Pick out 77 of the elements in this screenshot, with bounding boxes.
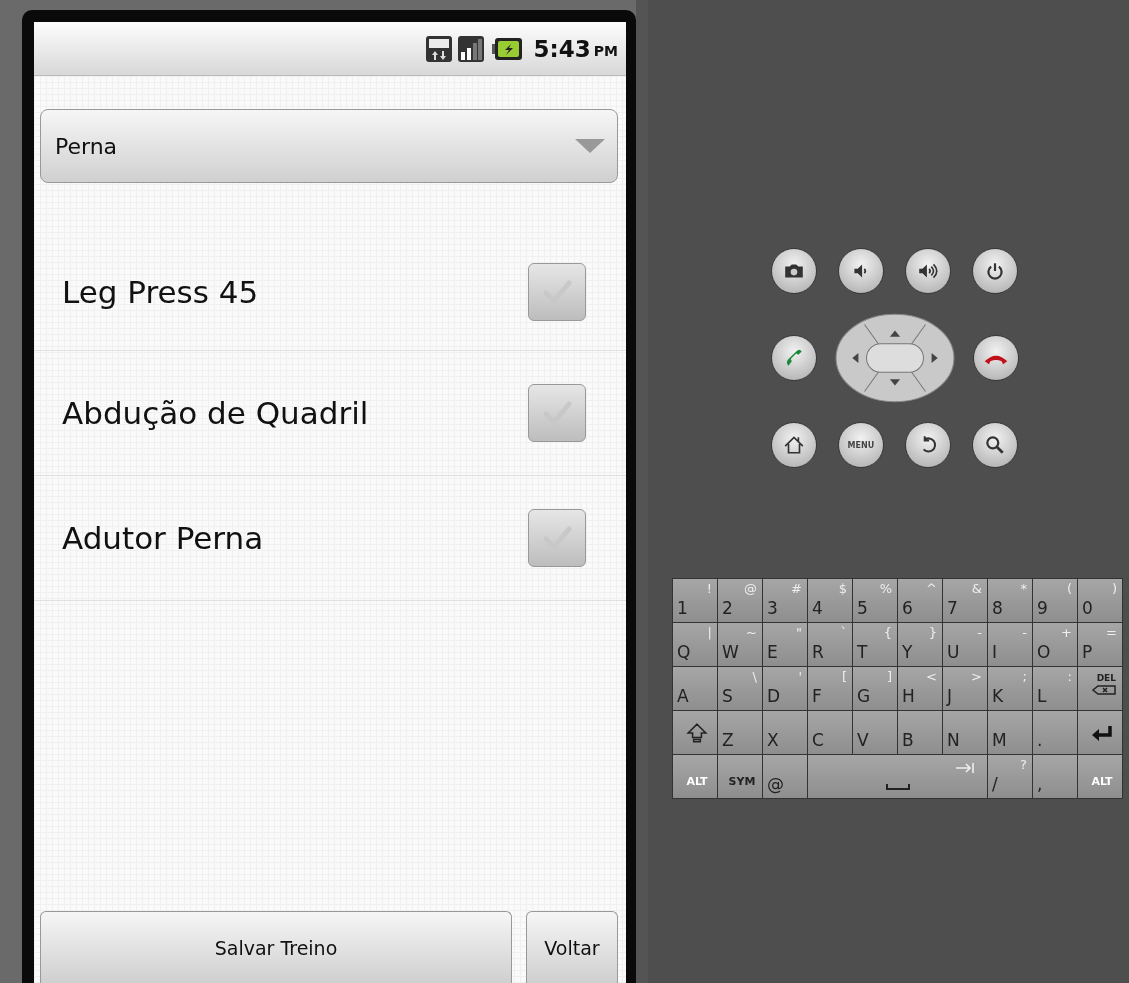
key[interactable]: / ? xyxy=(988,755,1032,798)
caret-icon xyxy=(575,139,605,153)
exercise-checkbox[interactable] xyxy=(528,262,586,321)
key[interactable]: I - xyxy=(988,623,1032,666)
home-button[interactable] xyxy=(770,422,817,468)
key[interactable]: . xyxy=(1033,711,1077,754)
volume-down-button[interactable] xyxy=(837,248,884,294)
key[interactable]: 8 * xyxy=(988,579,1032,622)
exercise-checkbox[interactable] xyxy=(528,384,586,442)
key[interactable]: V xyxy=(853,711,897,754)
exercise-name: Abdução de Quadril xyxy=(62,395,370,431)
key[interactable]: Z xyxy=(718,711,762,754)
tab-icon xyxy=(955,763,975,773)
space-icon xyxy=(885,784,910,790)
key[interactable]: @ xyxy=(763,755,807,798)
enter-key[interactable] xyxy=(1078,711,1122,754)
shift-icon xyxy=(685,722,709,744)
exercise-checkbox[interactable] xyxy=(528,509,586,567)
key[interactable]: N xyxy=(943,711,987,754)
key[interactable]: K ; xyxy=(988,667,1032,710)
exercise-name: Leg Press 45 xyxy=(62,273,260,310)
backspace-icon xyxy=(1092,685,1116,695)
key[interactable]: R ` xyxy=(808,623,852,666)
key[interactable]: P = xyxy=(1078,623,1122,666)
key[interactable]: F [ xyxy=(808,667,852,710)
key[interactable]: C xyxy=(808,711,852,754)
key[interactable]: 4 $ xyxy=(808,579,852,622)
key[interactable]: 5 % xyxy=(853,579,897,622)
volume-up-button[interactable] xyxy=(905,248,952,294)
dpad-control[interactable] xyxy=(833,312,956,404)
key[interactable]: W ~ xyxy=(718,623,762,666)
save-button[interactable]: Salvar Treino xyxy=(40,911,512,983)
back-key-button[interactable] xyxy=(905,422,952,468)
key[interactable]: Q | xyxy=(673,623,717,666)
key[interactable]: 1 ! xyxy=(673,579,717,622)
key[interactable]: 3 # xyxy=(763,579,807,622)
key[interactable]: O + xyxy=(1033,623,1077,666)
key[interactable]: Y } xyxy=(898,623,942,666)
shift-key[interactable] xyxy=(673,711,717,754)
house-icon xyxy=(782,434,805,456)
key[interactable]: G ] xyxy=(853,667,897,710)
delete-key[interactable]: DEL xyxy=(1078,667,1122,710)
key[interactable]: A xyxy=(673,667,717,710)
search-button[interactable] xyxy=(972,422,1019,468)
network-3g-icon xyxy=(425,35,452,62)
call-button[interactable] xyxy=(770,335,817,381)
modifier-key[interactable]: SYM xyxy=(718,755,762,798)
key[interactable]: J > xyxy=(943,667,987,710)
key[interactable]: U - xyxy=(943,623,987,666)
battery-charging-icon xyxy=(491,37,522,60)
key[interactable]: 9 ( xyxy=(1033,579,1077,622)
key[interactable]: 7 & xyxy=(943,579,987,622)
clock-period: PM xyxy=(593,41,618,59)
power-button[interactable] xyxy=(972,248,1019,294)
key[interactable]: L : xyxy=(1033,667,1077,710)
end-call-button[interactable] xyxy=(972,335,1019,381)
key[interactable]: 2 @ xyxy=(718,579,762,622)
key[interactable]: B xyxy=(898,711,942,754)
back-button[interactable]: Voltar xyxy=(526,911,618,983)
menu-button[interactable]: MENU xyxy=(837,422,884,468)
key[interactable]: E " xyxy=(763,623,807,666)
modifier-key[interactable]: ALT xyxy=(673,755,717,798)
key[interactable]: 0 ) xyxy=(1078,579,1122,622)
category-dropdown[interactable]: Perna xyxy=(40,109,618,183)
key[interactable]: M xyxy=(988,711,1032,754)
camera-button[interactable] xyxy=(770,248,817,294)
clock-time: 5:43 xyxy=(533,35,591,62)
signal-icon xyxy=(457,35,484,62)
key[interactable]: D ' xyxy=(763,667,807,710)
key[interactable]: 6 ^ xyxy=(898,579,942,622)
key[interactable]: X xyxy=(763,711,807,754)
exercise-name: Adutor Perna xyxy=(62,520,265,556)
key[interactable]: H < xyxy=(898,667,942,710)
key[interactable]: T { xyxy=(853,623,897,666)
key[interactable]: , xyxy=(1033,755,1077,798)
key[interactable]: S \ xyxy=(718,667,762,710)
modifier-key[interactable]: ALT xyxy=(1078,755,1122,798)
